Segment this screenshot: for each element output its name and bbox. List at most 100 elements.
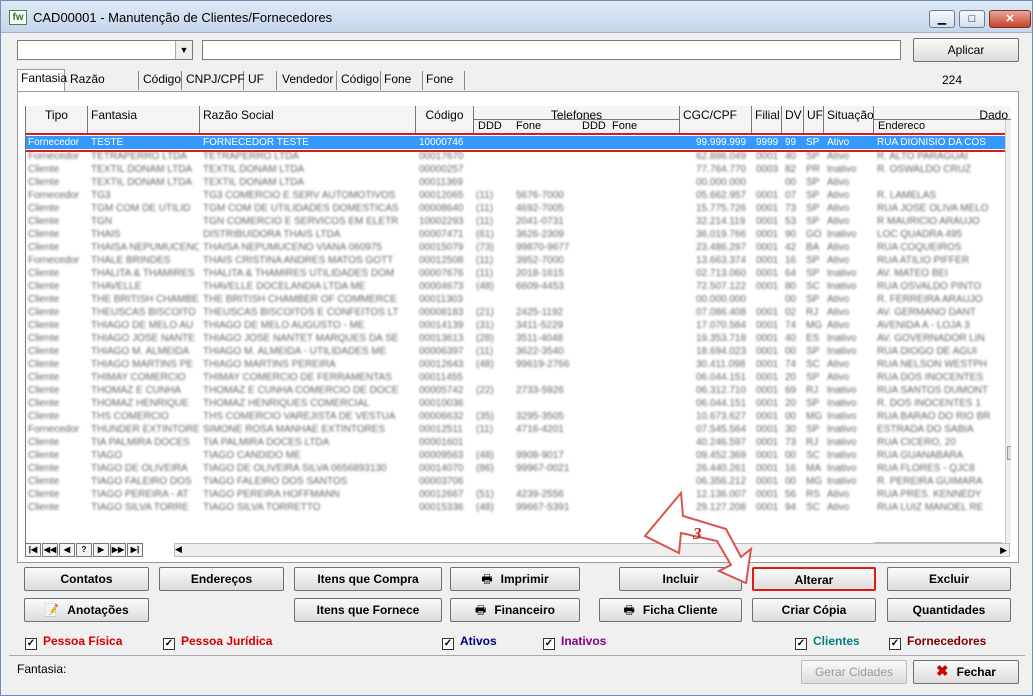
tab-uf[interactable]: UF bbox=[245, 71, 277, 90]
table-row[interactable]: Fornecedor THALE BRINDES THAIS CRISTINA AN… bbox=[26, 254, 1011, 267]
col-header-cgc[interactable]: CGC/CPF bbox=[680, 106, 752, 134]
table-cell: 0001 bbox=[756, 216, 779, 227]
itens-compra-button[interactable]: Itens que Compra bbox=[294, 567, 442, 591]
criar-copia-button[interactable]: Criar Cópia bbox=[752, 598, 876, 622]
table-row[interactable]: Cliente THS COMERCIO THS COMERCIO VAREJIST… bbox=[26, 410, 1011, 423]
tab-fone2[interactable]: Fone 2 bbox=[423, 71, 465, 103]
table-row[interactable]: Cliente THALITA & THAMIRES THALITA & THAMI… bbox=[26, 267, 1011, 280]
col-header-codigo[interactable]: Código bbox=[416, 106, 474, 134]
col-header-razao[interactable]: Razão Social bbox=[200, 106, 416, 134]
col-header-filial[interactable]: Filial bbox=[752, 106, 782, 134]
col-header-fantasia[interactable]: Fantasia bbox=[88, 106, 200, 134]
table-row[interactable]: Cliente THIAGO M. ALMEIDA THIAGO M. ALMEID… bbox=[26, 345, 1011, 358]
quantidades-button[interactable]: Quantidades bbox=[887, 598, 1011, 622]
table-row[interactable]: Cliente THOMAZ HENRIQUE THOMAZ HENRIQUES C… bbox=[26, 397, 1011, 410]
vertical-scrollbar[interactable] bbox=[1005, 120, 1011, 546]
col-header-dados[interactable]: Dado Endereco bbox=[874, 106, 1011, 134]
apply-button[interactable]: Aplicar bbox=[913, 38, 1019, 62]
table-row[interactable]: Cliente THEUSCAS BISCOITO THEUSCAS BISCOIT… bbox=[26, 306, 1011, 319]
table-row[interactable]: Fornecedor TETRAPERRO LTDA TETRAPERRO LTDA… bbox=[26, 150, 1011, 163]
checkbox-label: Fornecedores bbox=[907, 634, 987, 648]
tab-fantasia[interactable]: Fantasia bbox=[17, 69, 67, 91]
itens-fornece-button[interactable]: Itens que Fornece bbox=[294, 598, 442, 622]
nav-prev-page-button[interactable]: ◀◀ bbox=[42, 543, 58, 557]
tab-vendedor[interactable]: Vendedor bbox=[279, 71, 337, 90]
imprimir-button[interactable]: 🖶 Imprimir bbox=[450, 567, 580, 591]
chevron-down-icon[interactable]: ▼ bbox=[175, 41, 192, 59]
nav-next-page-button[interactable]: ▶▶ bbox=[110, 543, 126, 557]
table-row[interactable]: Cliente TIA PALMIRA DOCES TIA PALMIRA DOCE… bbox=[26, 436, 1011, 449]
table-row[interactable]: Cliente THOMAZ E CUNHA THOMAZ E CUNHA COME… bbox=[26, 384, 1011, 397]
scroll-thumb[interactable] bbox=[1007, 446, 1011, 460]
checkbox-clientes[interactable]: ✓ Clientes bbox=[795, 633, 860, 650]
enderecos-button[interactable]: Endereços bbox=[159, 567, 284, 591]
col-header-uf[interactable]: UF bbox=[804, 106, 824, 134]
table-row[interactable]: Cliente TGM COM DE UTILID TGM COM DE UTILI… bbox=[26, 202, 1011, 215]
minimize-button[interactable]: ▁ bbox=[929, 10, 955, 28]
maximize-button[interactable]: □ bbox=[959, 10, 985, 28]
gerar-cidades-button[interactable]: Gerar Cidades bbox=[801, 660, 907, 684]
nav-first-button[interactable]: |◀ bbox=[25, 543, 41, 557]
checkbox-ativos[interactable]: ✓ Ativos bbox=[442, 633, 497, 650]
table-row[interactable]: Cliente TIAGO FALEIRO DOS TIAGO FALEIRO DO… bbox=[26, 475, 1011, 488]
table-cell: SP bbox=[806, 177, 820, 188]
checkbox-inativos[interactable]: ✓ Inativos bbox=[543, 633, 606, 650]
col-header-tipo[interactable]: Tipo bbox=[26, 106, 88, 134]
table-cell: THIMAY COMERCIO DE FERRAMENTAS bbox=[203, 372, 392, 383]
filter-text-input[interactable] bbox=[202, 40, 901, 60]
table-row[interactable]: Cliente THIMAY COMERCIO THIMAY COMERCIO DE… bbox=[26, 371, 1011, 384]
table-row[interactable]: Cliente THE BRITISH CHAMBE THE BRITISH CHA… bbox=[26, 293, 1011, 306]
col-header-telefones[interactable]: Telefones DDD Fone DDD Fone bbox=[474, 106, 680, 134]
tab-razao-social[interactable]: Razão Social bbox=[67, 71, 139, 103]
tab-cnpj-cpf[interactable]: CNPJ/CPF bbox=[183, 71, 245, 90]
fechar-button[interactable]: ✖ Fechar bbox=[913, 660, 1019, 684]
checkbox-pessoa-juridica[interactable]: ✓ Pessoa Jurídica bbox=[163, 633, 272, 650]
financeiro-button[interactable]: 🖶 Financeiro bbox=[450, 598, 580, 622]
nav-last-button[interactable]: ▶| bbox=[127, 543, 143, 557]
nav-next-button[interactable]: ▶ bbox=[93, 543, 109, 557]
table-row[interactable]: Cliente TEXTIL DONAM LTDA TEXTIL DONAM LTD… bbox=[26, 176, 1011, 189]
anotacoes-button[interactable]: 📝 Anotações bbox=[24, 598, 149, 622]
filter-field-combo[interactable]: ▼ bbox=[17, 40, 193, 60]
table-row[interactable]: Cliente THIAGO JOSE NANTE THIAGO JOSE NANT… bbox=[26, 332, 1011, 345]
table-row[interactable]: Cliente THAVELLE THAVELLE DOCELANDIA LTDA … bbox=[26, 280, 1011, 293]
table-row[interactable]: Cliente TGN TGN COMERCIO E SERVICOS EM ELE… bbox=[26, 215, 1011, 228]
excluir-button[interactable]: Excluir bbox=[887, 567, 1011, 591]
table-row[interactable]: Cliente TIAGO SILVA TORRE TIAGO SILVA TORR… bbox=[26, 501, 1011, 514]
table-cell: THAVELLE DOCELANDIA LTDA ME bbox=[203, 281, 366, 292]
table-row[interactable]: Fornecedor THUNDER EXTINTORE SIMONE ROSA M… bbox=[26, 423, 1011, 436]
table-row[interactable]: Fornecedor TG3 TG3 COMERCIO E SERV AUTOMOT… bbox=[26, 189, 1011, 202]
table-cell: Ativo bbox=[827, 242, 850, 253]
nav-prev-button[interactable]: ◀ bbox=[59, 543, 75, 557]
col-header-situacao[interactable]: Situação bbox=[824, 106, 874, 134]
contatos-button[interactable]: Contatos bbox=[24, 567, 149, 591]
checkbox-fornecedores[interactable]: ✓ Fornecedores bbox=[889, 633, 987, 650]
table-row[interactable]: Cliente THIAGO MARTINS PE THIAGO MARTINS P… bbox=[26, 358, 1011, 371]
table-row[interactable]: Cliente TEXTIL DONAM LTDA TEXTIL DONAM LTD… bbox=[26, 163, 1011, 176]
table-cell: (11) bbox=[476, 190, 494, 201]
table-row[interactable]: Cliente TIAGO TIAGO CANDIDO ME 00009563 (48)… bbox=[26, 449, 1011, 462]
table-cell: SP bbox=[806, 151, 820, 162]
table-cell: TIAGO FALEIRO DOS bbox=[91, 476, 192, 487]
tab-fone1[interactable]: Fone 1 bbox=[381, 71, 423, 103]
close-button[interactable]: ✕ bbox=[989, 10, 1031, 28]
table-row[interactable]: Cliente THAISA NEPUMUCENO THAISA NEPUMUCEN… bbox=[26, 241, 1011, 254]
tab-codigo-vendedor[interactable]: Código bbox=[338, 71, 381, 90]
selected-table-row[interactable]: Fornecedor TESTE FORNECEDOR TESTE 100007… bbox=[26, 133, 1011, 152]
table-cell: 2018-1615 bbox=[516, 268, 564, 279]
table-row[interactable]: Cliente TIAGO DE OLIVEIRA TIAGO DE OLIVEIR… bbox=[26, 462, 1011, 475]
records-grid[interactable]: Tipo Fantasia Razão Social Código Telefo… bbox=[25, 106, 1011, 546]
checkbox-pessoa-fisica[interactable]: ✓ Pessoa Física bbox=[25, 633, 122, 650]
col-header-dv[interactable]: DV bbox=[782, 106, 804, 134]
table-cell: TG3 COMERCIO E SERV AUTOMOTIVOS bbox=[203, 190, 396, 201]
table-row[interactable]: Cliente THIAGO DE MELO AU THIAGO DE MELO A… bbox=[26, 319, 1011, 332]
ficha-cliente-button[interactable]: 🖶 Ficha Cliente bbox=[599, 598, 742, 622]
horizontal-scrollbar[interactable]: ◀ ▶ bbox=[174, 543, 1010, 557]
table-cell: MA bbox=[806, 463, 821, 474]
table-cell: 06.356.212 bbox=[696, 476, 747, 487]
tab-codigo[interactable]: Código bbox=[140, 71, 182, 90]
table-row[interactable]: Cliente THAIS DISTRIBUIDORA THAIS LTDA 0000… bbox=[26, 228, 1011, 241]
nav-help-button[interactable]: ? bbox=[76, 543, 92, 557]
table-cell: TIAGO SILVA TORRETTO bbox=[203, 502, 321, 513]
table-row[interactable]: Cliente TIAGO PEREIRA - AT TIAGO PEREIRA H… bbox=[26, 488, 1011, 501]
